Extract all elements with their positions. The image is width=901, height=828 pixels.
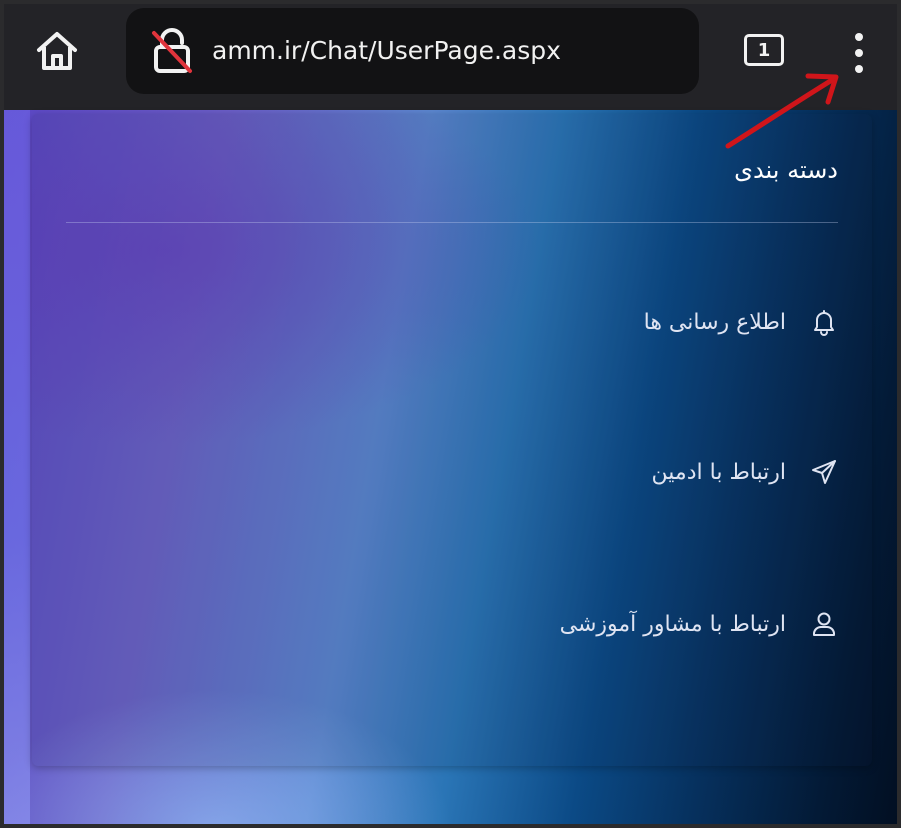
page-content: دسته بندی اطلاع رسانی ها ارتباط با ادمین… [4,110,897,824]
background-strip [4,110,30,824]
menu-item-label: ارتباط با ادمین [651,459,786,485]
menu-item-notifications[interactable]: اطلاع رسانی ها [644,302,840,342]
menu-item-label: اطلاع رسانی ها [643,309,786,335]
tab-switcher-button[interactable]: 1 [744,34,784,66]
send-icon [808,456,840,488]
menu-item-contact-advisor[interactable]: ارتباط با مشاور آموزشی [560,604,840,644]
lock-not-secure-icon[interactable] [148,27,196,75]
more-menu-button[interactable] [844,30,874,76]
address-bar[interactable]: amm.ir/Chat/UserPage.aspx [126,8,699,94]
screen: amm.ir/Chat/UserPage.aspx 1 دسته بندی اط… [4,4,897,824]
home-icon [37,32,77,70]
user-icon [808,608,840,640]
category-panel: دسته بندی اطلاع رسانی ها ارتباط با ادمین… [32,114,872,766]
tab-count: 1 [757,39,771,61]
browser-toolbar: amm.ir/Chat/UserPage.aspx 1 [4,4,897,110]
panel-title: دسته بندی [734,156,838,184]
menu-item-label: ارتباط با مشاور آموزشی [559,611,786,637]
divider [66,222,838,223]
more-vertical-icon [855,33,863,73]
home-button[interactable] [32,26,82,76]
bell-icon [808,306,840,338]
url-text[interactable]: amm.ir/Chat/UserPage.aspx [212,8,561,94]
menu-item-contact-admin[interactable]: ارتباط با ادمین [652,452,840,492]
